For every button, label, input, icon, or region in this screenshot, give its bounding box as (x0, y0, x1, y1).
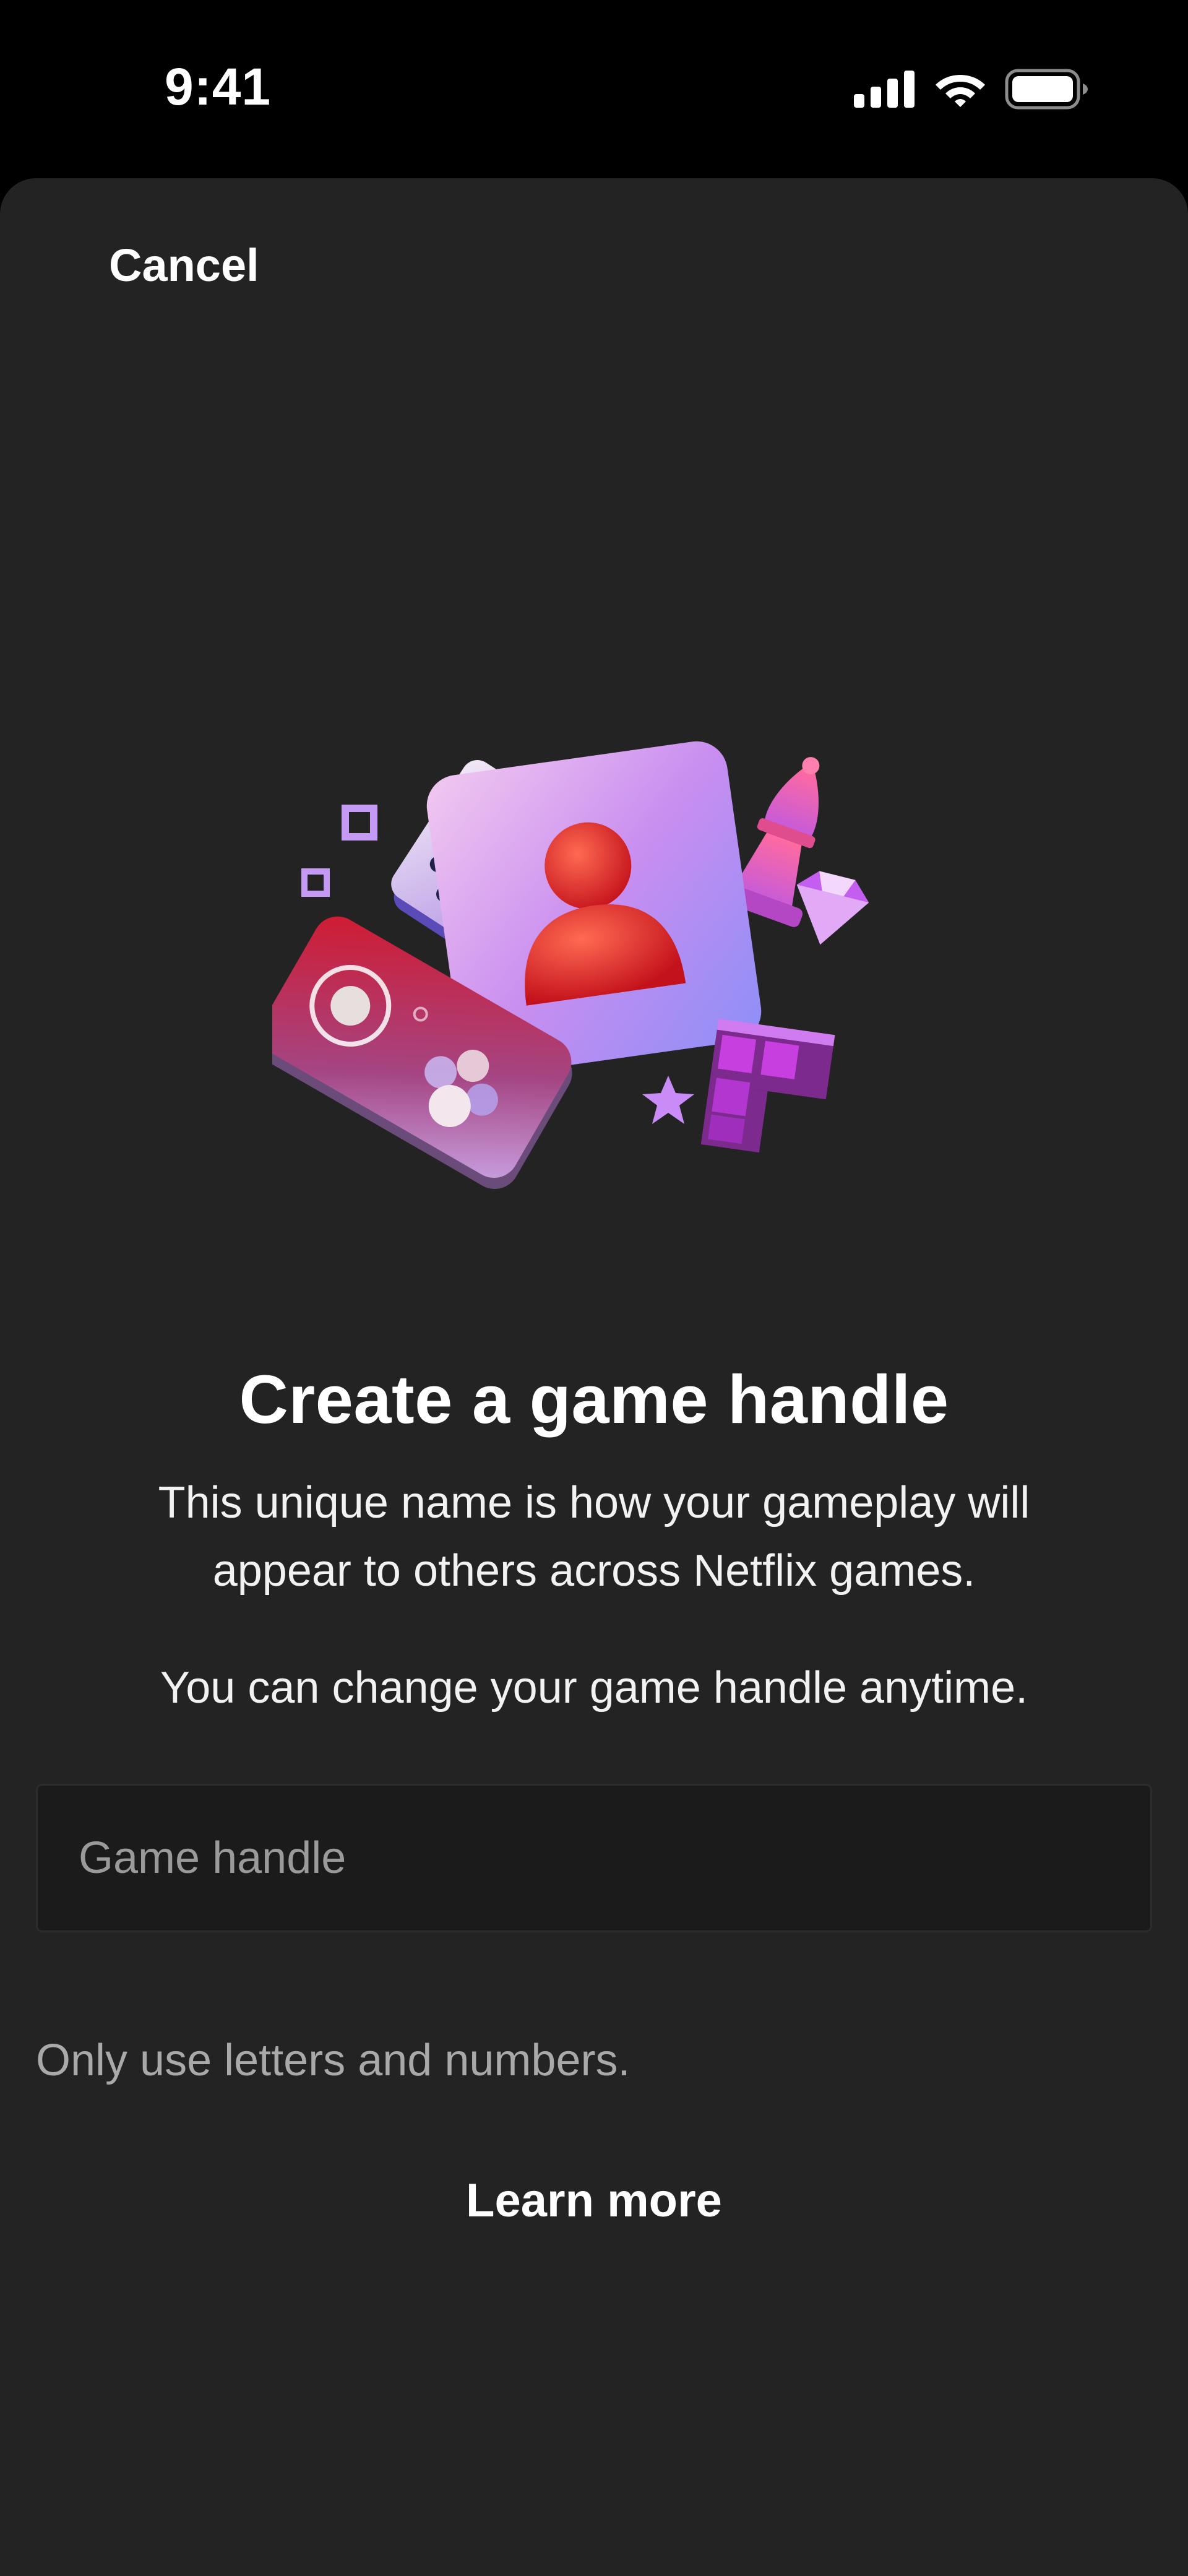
status-time: 9:41 (165, 58, 272, 116)
game-handle-field[interactable] (36, 1784, 1152, 1932)
description-text: This unique name is how your gameplay wi… (158, 1478, 1030, 1596)
battery-icon (1005, 69, 1088, 110)
status-icons (854, 67, 1089, 111)
wifi-icon (936, 75, 985, 107)
status-bar: 9:41 (0, 0, 1188, 178)
cancel-button[interactable]: Cancel (109, 239, 259, 292)
page-title: Create a game handle (239, 1362, 949, 1438)
signal-icon (854, 71, 915, 108)
input-hint-text: Only use letters and numbers. (36, 2036, 631, 2085)
learn-more-link[interactable]: Learn more (0, 2174, 1188, 2228)
game-handle-input[interactable] (79, 1786, 1118, 1930)
game-handle-illustration (272, 741, 869, 1189)
bottom-sheet: Cancel Create a game handle This unique … (0, 178, 1188, 2576)
description-secondary-text: You can change your game handle anytime. (160, 1663, 1028, 1713)
